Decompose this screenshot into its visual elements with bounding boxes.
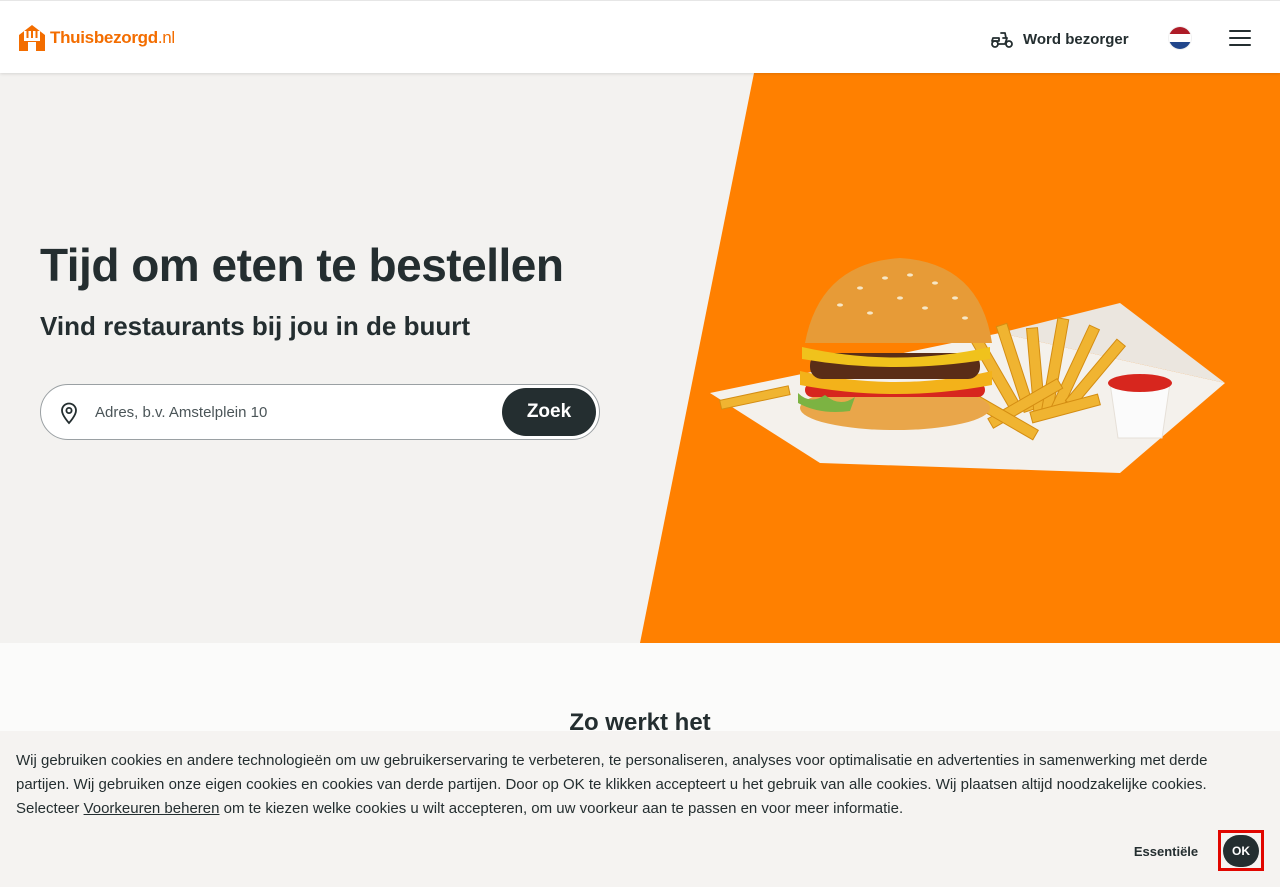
cookie-text-after: om te kiezen welke cookies u wilt accept…	[219, 800, 904, 817]
hero-section: Tijd om eten te bestellen Vind restauran…	[0, 73, 1280, 643]
scooter-icon	[991, 32, 1013, 48]
cookie-banner: Wij gebruiken cookies en andere technolo…	[0, 731, 1280, 887]
logo-name: Thuisbezorgd	[50, 28, 158, 47]
cookie-message: Wij gebruiken cookies en andere technolo…	[16, 749, 1264, 821]
logo-link[interactable]: Thuisbezorgd.nl	[18, 23, 175, 53]
manage-preferences-link[interactable]: Voorkeuren beheren	[84, 800, 220, 817]
location-pin-icon	[61, 402, 77, 425]
hamburger-menu-icon	[1229, 30, 1251, 46]
site-header: Thuisbezorgd.nl Word bezorger	[0, 0, 1280, 73]
accept-cookies-ok-button[interactable]: OK	[1223, 835, 1259, 867]
hamburger-menu-button[interactable]	[1226, 25, 1254, 51]
search-button[interactable]: Zoek	[502, 388, 596, 436]
essential-cookies-button[interactable]: Essentiële	[1120, 837, 1212, 865]
netherlands-flag-icon[interactable]	[1169, 27, 1191, 49]
become-courier-label: Word bezorger	[1023, 30, 1129, 48]
hero-subtitle: Vind restaurants bij jou in de buurt	[40, 311, 471, 341]
become-courier-link[interactable]: Word bezorger	[990, 25, 1129, 53]
house-fork-logo-icon	[19, 25, 45, 51]
hero-title: Tijd om eten te bestellen	[40, 239, 564, 291]
burger-and-fries-image	[710, 258, 1225, 473]
logo-text: Thuisbezorgd.nl	[50, 28, 175, 48]
address-search-bar: Zoek	[40, 384, 600, 440]
logo-tld: .nl	[157, 28, 175, 47]
address-search-input[interactable]	[95, 397, 495, 427]
